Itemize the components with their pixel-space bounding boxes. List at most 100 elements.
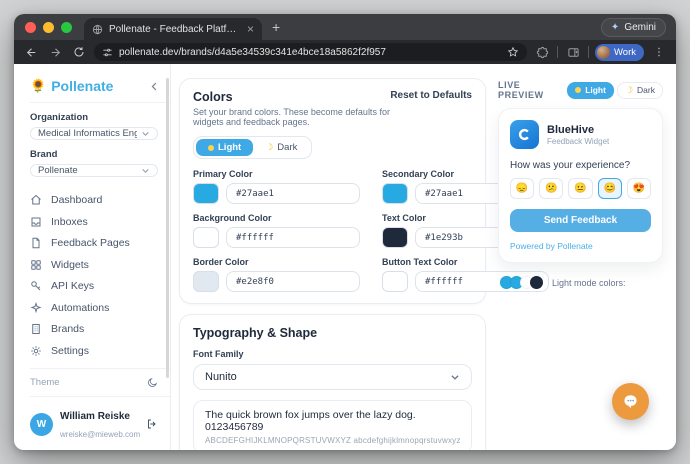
sidebar-bottom: Theme W William Reiske wreiske@mieweb.co… <box>30 360 170 444</box>
emoji-rating-2[interactable]: 😕 <box>539 178 563 199</box>
color-swatch[interactable] <box>193 183 219 204</box>
user-email: wreiske@mieweb.com <box>60 430 140 439</box>
hex-input[interactable] <box>226 183 360 204</box>
font-family-label: Font Family <box>193 349 472 359</box>
brand-select[interactable]: Pollenate <box>30 164 158 177</box>
organization-label: Organization <box>30 112 170 123</box>
browser-window: Pollenate - Feedback Platform × + ✦ Gemi… <box>14 14 676 450</box>
hex-input[interactable] <box>226 227 360 248</box>
sidebar-item-dashboard[interactable]: Dashboard <box>30 191 170 210</box>
color-swatch[interactable] <box>382 227 408 248</box>
inbox-icon <box>30 216 42 228</box>
app-title: Pollenate <box>51 78 144 94</box>
close-tab-icon[interactable]: × <box>247 23 254 35</box>
extensions-icon[interactable] <box>533 43 551 61</box>
moon-icon <box>147 377 158 388</box>
powered-by-link[interactable]: Powered by Pollenate <box>510 241 651 251</box>
color-field-primary: Primary Color <box>193 169 360 204</box>
color-swatch[interactable] <box>382 183 408 204</box>
window-controls <box>14 14 84 40</box>
browser-menu-icon[interactable] <box>650 43 668 61</box>
close-window-button[interactable] <box>25 22 36 33</box>
toolbar-divider <box>557 46 558 58</box>
organization-select[interactable]: Medical Informatics Engin... <box>30 127 158 140</box>
colors-header: Colors Set your brand colors. These beco… <box>193 90 390 127</box>
toolbar-divider <box>588 46 589 58</box>
key-icon <box>30 280 42 292</box>
color-swatch[interactable] <box>193 271 219 292</box>
palette-dot-text <box>530 276 543 289</box>
preview-dark-button[interactable]: ☽ Dark <box>617 82 663 99</box>
browser-tab[interactable]: Pollenate - Feedback Platform × <box>84 18 262 40</box>
reload-icon[interactable] <box>70 43 88 61</box>
field-label: Primary Color <box>193 169 360 179</box>
emoji-rating-5[interactable]: 😍 <box>627 178 651 199</box>
sidebar-scrollbar[interactable] <box>166 78 169 378</box>
address-bar[interactable]: pollenate.dev/brands/d4a5e34539c341e4bce… <box>94 43 527 61</box>
preview-dark-label: Dark <box>637 85 655 95</box>
collapse-sidebar-icon[interactable] <box>149 81 160 92</box>
palette-caption: Light mode colors: <box>552 278 626 288</box>
live-preview-title: LIVE PREVIEW <box>498 80 567 100</box>
url-text: pollenate.dev/brands/d4a5e34539c341e4bce… <box>119 47 501 58</box>
toolbar-right: Work <box>533 43 668 61</box>
colors-card: Colors Set your brand colors. These beco… <box>179 78 486 304</box>
sidebar-item-settings[interactable]: Settings <box>30 342 170 361</box>
sun-icon <box>575 87 581 93</box>
live-preview-panel: LIVE PREVIEW Light ☽ Dark <box>495 64 676 450</box>
reset-to-defaults-button[interactable]: Reset to Defaults <box>390 90 472 101</box>
send-feedback-button[interactable]: Send Feedback <box>510 209 651 232</box>
moon-icon: ☽ <box>625 85 633 96</box>
preview-mode-toggle: Light ☽ Dark <box>567 82 663 99</box>
sidebar-item-api-keys[interactable]: API Keys <box>30 277 170 296</box>
brand-label: Brand <box>30 149 170 160</box>
new-tab-button[interactable]: + <box>262 14 290 40</box>
sidebar-item-label: Brands <box>51 323 84 335</box>
hex-input[interactable] <box>226 271 360 292</box>
minimize-window-button[interactable] <box>43 22 54 33</box>
pangram-text: The quick brown fox jumps over the lazy … <box>205 409 460 433</box>
widget-app-name: BlueHive <box>547 124 609 136</box>
side-panel-icon[interactable] <box>564 43 582 61</box>
logout-icon[interactable] <box>146 418 158 430</box>
profile-button[interactable]: Work <box>595 44 644 61</box>
emoji-rating-3[interactable]: 😐 <box>568 178 592 199</box>
tab-strip: Pollenate - Feedback Platform × + ✦ Gemi… <box>14 14 676 40</box>
sidebar-item-widgets[interactable]: Widgets <box>30 256 170 275</box>
emoji-rating-1[interactable]: 😞 <box>510 178 534 199</box>
sidebar-item-brands[interactable]: Brands <box>30 320 170 339</box>
color-field-background: Background Color <box>193 213 360 248</box>
bookmark-star-icon[interactable] <box>507 46 519 58</box>
gemini-label: Gemini <box>624 22 656 33</box>
sidebar-item-automations[interactable]: Automations <box>30 299 170 318</box>
dark-mode-button[interactable]: ☽ Dark <box>253 139 309 156</box>
forward-icon[interactable] <box>46 43 64 61</box>
color-swatch[interactable] <box>382 271 408 292</box>
sparkles-icon <box>30 302 42 314</box>
theme-label: Theme <box>30 377 60 388</box>
sidebar-item-inboxes[interactable]: Inboxes <box>30 213 170 232</box>
zoom-window-button[interactable] <box>61 22 72 33</box>
back-icon[interactable] <box>22 43 40 61</box>
gemini-spark-icon: ✦ <box>611 22 619 33</box>
color-field-border: Border Color <box>193 257 360 292</box>
user-row[interactable]: W William Reiske wreiske@mieweb.com <box>30 396 170 444</box>
gemini-button[interactable]: ✦ Gemini <box>601 18 666 37</box>
site-settings-icon[interactable] <box>102 47 113 58</box>
browser-toolbar: pollenate.dev/brands/d4a5e34539c341e4bce… <box>14 40 676 64</box>
light-mode-button[interactable]: Light <box>196 139 253 156</box>
preview-light-button[interactable]: Light <box>567 82 614 99</box>
chevron-down-icon <box>450 372 460 382</box>
sidebar-item-feedback-pages[interactable]: Feedback Pages <box>30 234 170 253</box>
color-swatch[interactable] <box>193 227 219 248</box>
sidebar-header: 🌻 Pollenate <box>30 74 170 103</box>
sidebar-item-label: Dashboard <box>51 194 102 206</box>
building-icon <box>30 323 42 335</box>
color-fields-grid: Primary Color Secondary Color <box>193 169 472 292</box>
font-family-select[interactable]: Nunito <box>193 364 472 390</box>
sidebar-item-label: Inboxes <box>51 216 88 228</box>
organization-value: Medical Informatics Engin... <box>38 128 137 139</box>
feedback-fab-button[interactable] <box>612 383 649 420</box>
emoji-rating-4[interactable]: 😊 <box>598 178 622 199</box>
theme-toggle-row[interactable]: Theme <box>30 368 170 396</box>
